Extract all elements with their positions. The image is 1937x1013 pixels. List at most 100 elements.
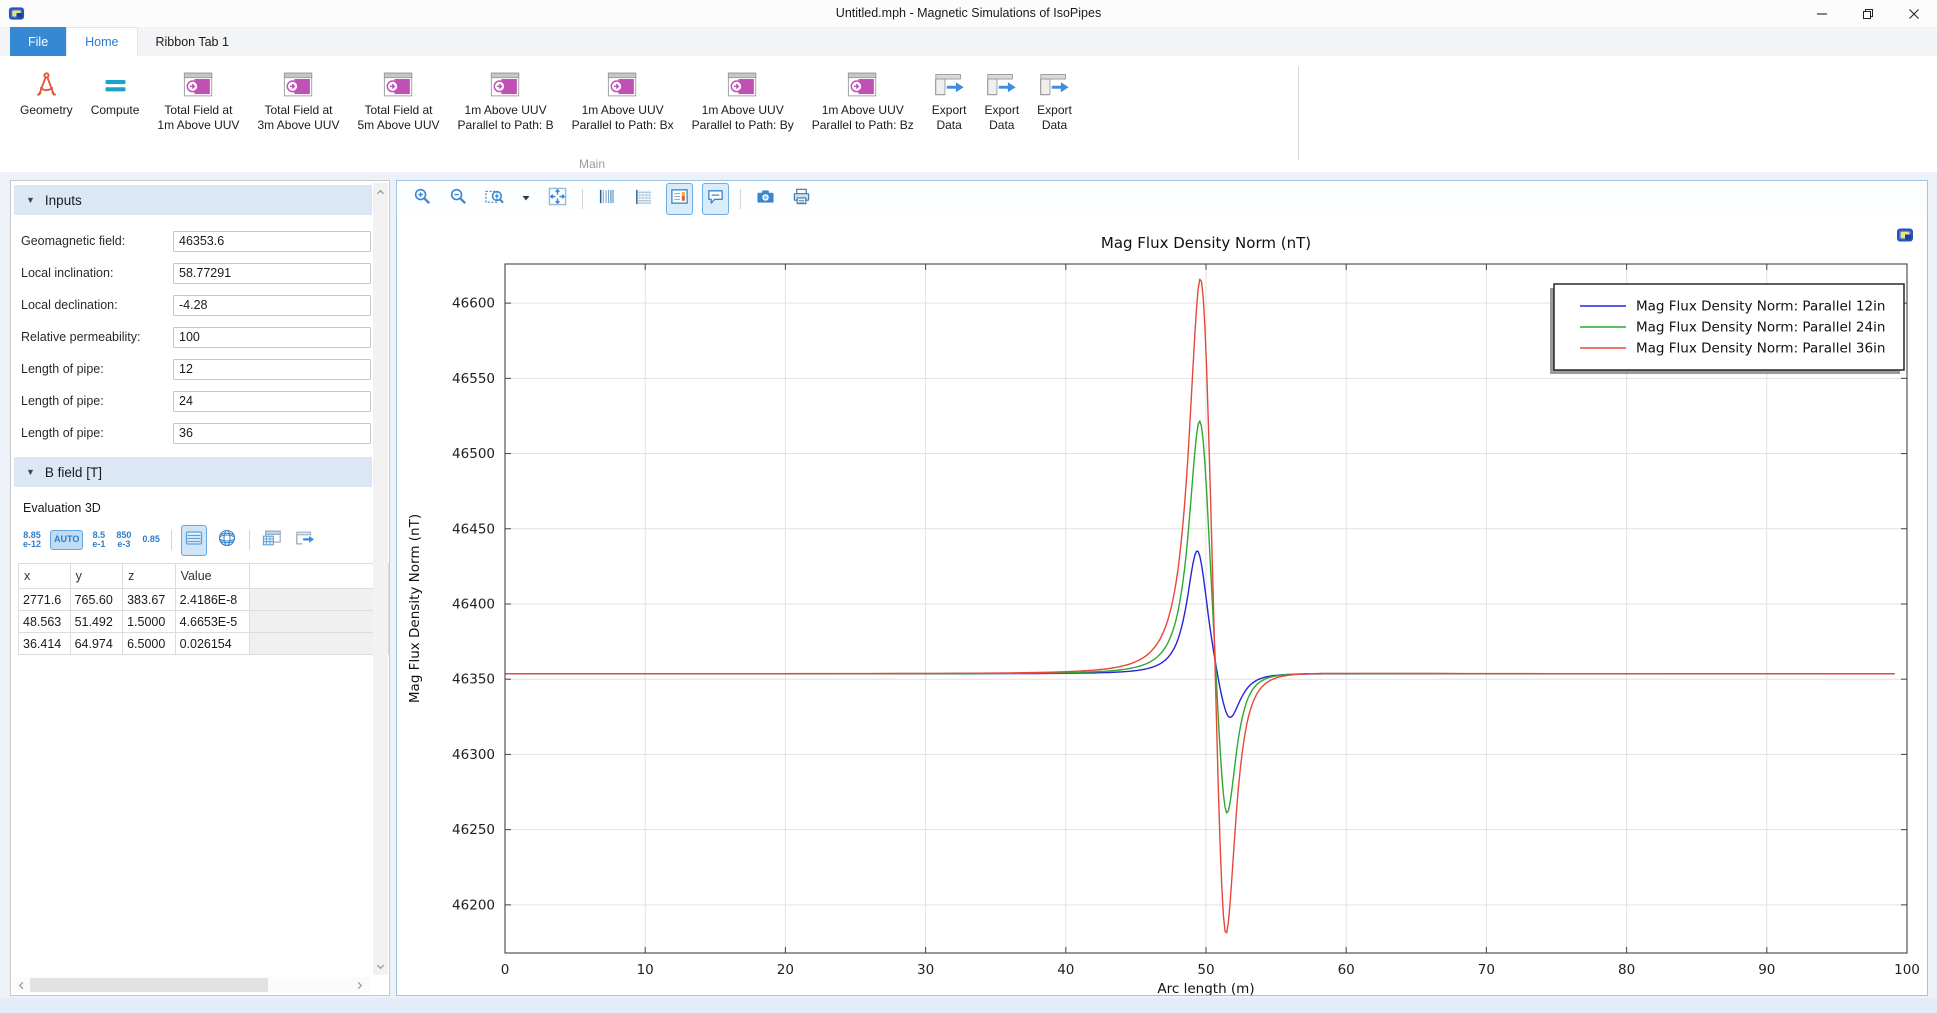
format-button-precision-e-3[interactable]: 850e-3 <box>114 528 133 553</box>
geometry-icon <box>31 65 62 103</box>
x-tick-label: 80 <box>1618 962 1635 978</box>
tooltip-icon <box>706 187 725 211</box>
bfield-section-header[interactable]: ▼ B field [T] <box>14 457 372 487</box>
x-tick-label: 90 <box>1758 962 1775 978</box>
field-label: Local declination: <box>21 298 173 312</box>
x-axis-label: Arc length (m) <box>1157 981 1254 995</box>
table-cell: 765.60 <box>70 589 123 611</box>
sidebar-vertical-scrollbar[interactable] <box>373 183 388 975</box>
scrollbar-thumb[interactable] <box>30 978 268 992</box>
table-cell-empty <box>249 589 388 611</box>
tab-file[interactable]: File <box>10 27 66 56</box>
ribbon-button-total-field-3m[interactable]: Total Field at3m Above UUV <box>249 61 347 137</box>
table-cell: 2.4186E-8 <box>175 589 249 611</box>
ribbon-button-export-data-3[interactable]: ExportData <box>1029 61 1080 137</box>
ribbon-button-geometry[interactable]: Geometry <box>12 61 81 122</box>
plot-window-icon <box>727 65 758 103</box>
zoom-box-icon <box>485 187 504 211</box>
ribbon-button-total-field-1m[interactable]: Total Field at1m Above UUV <box>149 61 247 137</box>
sidebar-horizontal-scrollbar[interactable] <box>13 977 371 993</box>
button-vertical-gridlines[interactable] <box>594 183 621 215</box>
format-button-precision-e-12[interactable]: 8.85e-12 <box>21 528 43 553</box>
legend-icon <box>670 187 689 211</box>
format-button-precision-decimal[interactable]: 0.85 <box>140 532 162 548</box>
chart-title: Mag Flux Density Norm (nT) <box>1101 234 1311 252</box>
ribbon-button-label: 1m Above UUVParallel to Path: B <box>458 103 554 133</box>
camera-icon <box>756 187 775 211</box>
ribbon-button-parallel-path-b[interactable]: 1m Above UUVParallel to Path: B <box>450 61 562 137</box>
minimize-button[interactable] <box>1799 0 1845 27</box>
ribbon-button-label: ExportData <box>932 103 967 133</box>
input-field-row: Local inclination: <box>11 257 389 289</box>
column-header: Value <box>175 564 249 589</box>
button-export-table-data[interactable] <box>292 525 318 556</box>
input-field-row: Local declination: <box>11 289 389 321</box>
series-curve-3[interactable] <box>505 279 1895 933</box>
plot-window-icon <box>183 65 214 103</box>
field-input-6[interactable] <box>173 391 371 412</box>
plot-window-icon <box>283 65 314 103</box>
x-tick-label: 70 <box>1478 962 1495 978</box>
button-print[interactable] <box>788 183 815 215</box>
button-zoom-box[interactable] <box>481 183 508 215</box>
button-new-table-window[interactable] <box>259 525 285 556</box>
field-input-4[interactable] <box>173 327 371 348</box>
ribbon-button-export-data-1[interactable]: ExportData <box>924 61 975 137</box>
vertical-gridlines-icon <box>598 187 617 211</box>
input-field-row: Geomagnetic field: <box>11 225 389 257</box>
zoom-extents-icon <box>548 187 567 211</box>
tab-ribbon-tab-1[interactable]: Ribbon Tab 1 <box>138 27 247 56</box>
button-zoom-out[interactable] <box>445 183 472 215</box>
series-curve-1[interactable] <box>505 551 1895 717</box>
inputs-section-title: Inputs <box>45 193 82 208</box>
field-label: Length of pipe: <box>21 362 173 376</box>
button-zoom-extents[interactable] <box>544 183 571 215</box>
ribbon-button-parallel-path-by[interactable]: 1m Above UUVParallel to Path: By <box>684 61 802 137</box>
table-cell: 36.414 <box>19 633 71 655</box>
table-row[interactable]: 36.41464.9746.50000.026154 <box>19 633 389 655</box>
field-input-3[interactable] <box>173 295 371 316</box>
format-button-precision-e-1[interactable]: 8.5e-1 <box>90 528 107 553</box>
button-gridlines[interactable] <box>630 183 657 215</box>
ribbon-button-parallel-path-bx[interactable]: 1m Above UUVParallel to Path: Bx <box>564 61 682 137</box>
table-cell: 51.492 <box>70 611 123 633</box>
inputs-section-header[interactable]: ▼ Inputs <box>14 185 372 215</box>
toolbar-separator <box>249 530 250 550</box>
table-row[interactable]: 2771.6765.60383.672.4186E-8 <box>19 589 389 611</box>
ribbon-button-compute[interactable]: Compute <box>83 61 148 122</box>
x-tick-label: 40 <box>1057 962 1074 978</box>
table-row[interactable]: 48.56351.4921.50004.6653E-5 <box>19 611 389 633</box>
field-input-5[interactable] <box>173 359 371 380</box>
button-zoom-box-dropdown[interactable] <box>517 186 535 212</box>
ribbon-button-parallel-path-bz[interactable]: 1m Above UUVParallel to Path: Bz <box>804 61 922 137</box>
format-button-auto-notation[interactable]: AUTO <box>50 530 83 550</box>
y-tick-label: 46300 <box>452 747 495 763</box>
graphics-window: 0102030405060708090100462004625046300463… <box>396 180 1928 996</box>
button-show-legends[interactable] <box>666 183 693 215</box>
input-field-row: Length of pipe: <box>11 417 389 449</box>
close-button[interactable] <box>1891 0 1937 27</box>
ribbon-button-total-field-5m[interactable]: Total Field at5m Above UUV <box>349 61 447 137</box>
button-plot-tooltip[interactable] <box>702 183 729 215</box>
export-icon <box>986 65 1017 103</box>
plot-window-icon <box>490 65 521 103</box>
field-input-1[interactable] <box>173 231 371 252</box>
scroll-up-icon[interactable] <box>373 184 388 200</box>
ribbon-button-export-data-2[interactable]: ExportData <box>976 61 1027 137</box>
workspace: ▼ Inputs Geomagnetic field:Local inclina… <box>0 172 1937 998</box>
scroll-left-icon[interactable] <box>13 977 29 993</box>
tab-home[interactable]: Home <box>66 27 137 56</box>
scroll-right-icon[interactable] <box>351 977 367 993</box>
field-input-2[interactable] <box>173 263 371 284</box>
maximize-button[interactable] <box>1845 0 1891 27</box>
field-label: Length of pipe: <box>21 426 173 440</box>
button-zoom-in[interactable] <box>409 183 436 215</box>
export-small-icon <box>295 528 315 553</box>
x-tick-label: 60 <box>1338 962 1355 978</box>
button-image-snapshot[interactable] <box>752 183 779 215</box>
button-sphere-view[interactable] <box>214 525 240 556</box>
scroll-down-icon[interactable] <box>373 958 388 974</box>
y-tick-label: 46400 <box>452 596 495 612</box>
field-input-7[interactable] <box>173 423 371 444</box>
button-table-view[interactable] <box>181 525 207 556</box>
